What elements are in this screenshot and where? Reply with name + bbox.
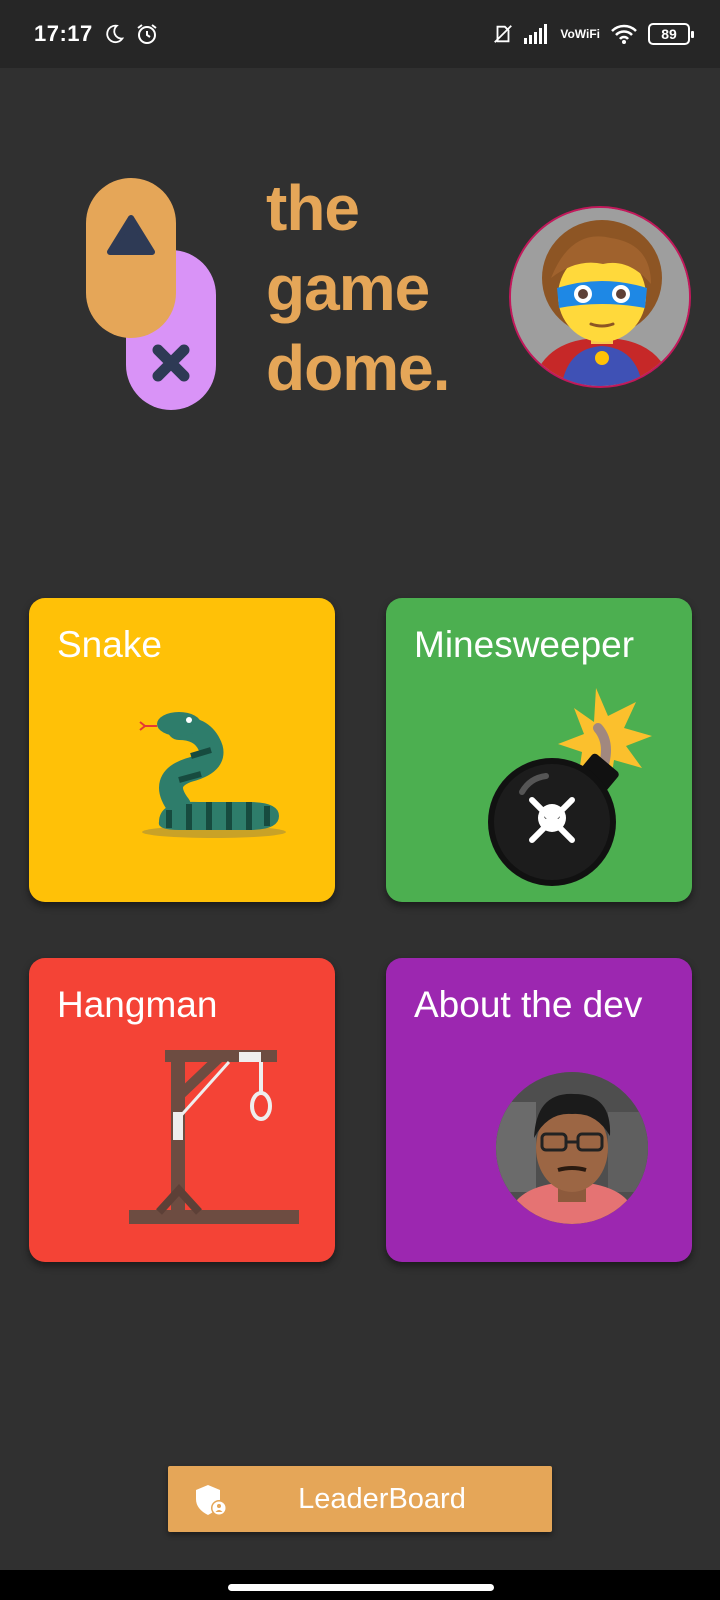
game-card-label: Hangman: [57, 984, 218, 1025]
game-card-snake[interactable]: Snake: [29, 598, 335, 902]
superhero-avatar-icon[interactable]: [509, 206, 691, 388]
app-title-line-1: the: [266, 172, 360, 244]
game-card-minesweeper[interactable]: Minesweeper: [386, 598, 692, 902]
status-bar-right: Vo WiFi 89: [492, 23, 694, 45]
game-card-about-dev[interactable]: About the dev: [386, 958, 692, 1262]
wifi-icon: [610, 23, 638, 45]
game-card-label: About the dev: [414, 984, 643, 1025]
bomb-icon: [486, 682, 656, 897]
game-card-hangman[interactable]: Hangman: [29, 958, 335, 1262]
signal-icon: [524, 24, 550, 44]
leaderboard-label: LeaderBoard: [298, 1482, 466, 1515]
moon-icon: [103, 23, 125, 45]
status-time: 17:17: [34, 21, 93, 46]
game-card-label: Snake: [57, 624, 162, 665]
snake-icon: [139, 710, 289, 845]
game-card-label: Minesweeper: [414, 624, 635, 665]
volte-top-label: Vo: [560, 26, 575, 41]
gamepad-logo-icon: [86, 178, 226, 410]
volte-wifi-icon: Vo WiFi: [560, 26, 600, 41]
app-title-line-3: dome.: [266, 332, 450, 404]
app-title: the game dome.: [266, 168, 450, 408]
volte-bottom-label: WiFi: [574, 26, 600, 41]
developer-photo: [496, 1072, 648, 1224]
gallows-icon: [129, 1050, 301, 1235]
status-bar: 17:17 Vo WiFi 89: [0, 0, 720, 68]
battery-icon: 89: [648, 23, 694, 45]
app-title-line-2: game: [266, 252, 430, 324]
leaderboard-button[interactable]: LeaderBoard: [168, 1466, 552, 1532]
no-sim-icon: [492, 23, 514, 45]
alarm-icon: [135, 22, 159, 46]
home-indicator[interactable]: [228, 1584, 494, 1591]
status-bar-left: 17:17: [34, 21, 159, 47]
battery-level: 89: [661, 26, 677, 42]
